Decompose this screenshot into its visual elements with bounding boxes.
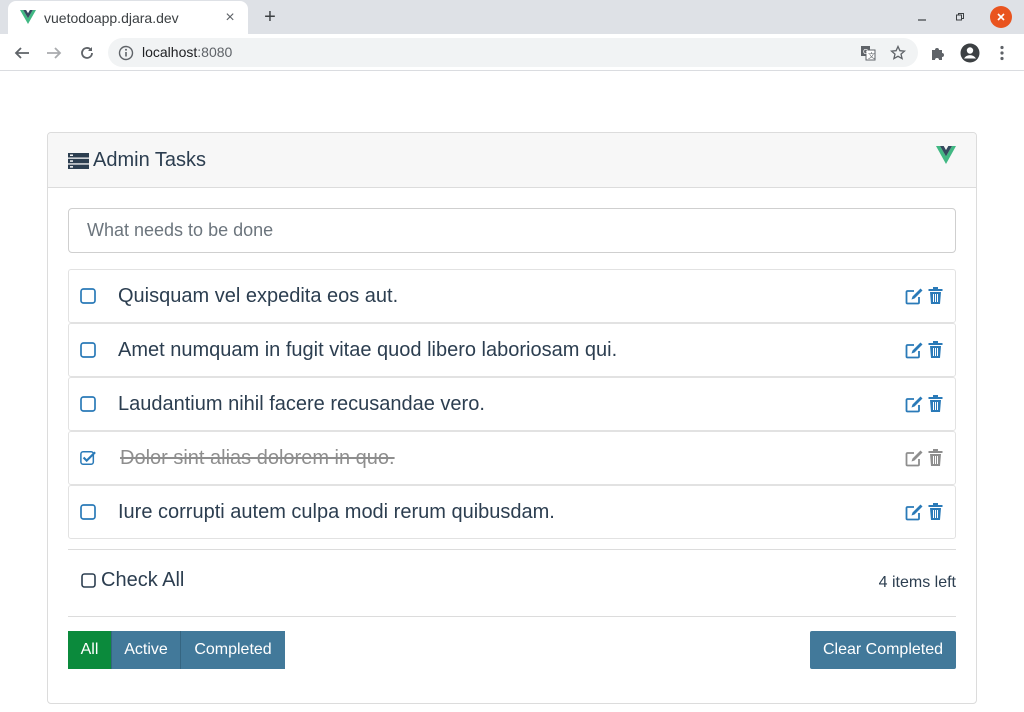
trash-icon[interactable] [928,395,947,413]
address-bar[interactable]: localhost:8080 G文 [108,38,918,67]
browser-tabstrip: vuetodoapp.djara.dev × + [0,0,1024,34]
extensions-puzzle-icon[interactable] [926,41,950,65]
edit-icon[interactable] [905,395,924,413]
back-icon[interactable] [10,41,34,65]
trash-icon[interactable] [928,341,947,359]
edit-icon [905,449,924,467]
todo-checkbox-checked-icon[interactable] [80,450,96,466]
todo-item: Iure corrupti autem culpa modi rerum qui… [68,485,956,539]
items-left-count: 4 items left [878,574,956,591]
tab-close-icon[interactable]: × [222,9,238,26]
bookmark-star-icon[interactable] [886,41,910,65]
svg-text:文: 文 [868,51,875,60]
todo-text[interactable]: Amet numquam in fugit vitae quod libero … [118,339,955,362]
translate-icon[interactable]: G文 [856,41,880,65]
minimize-icon[interactable] [910,6,934,28]
todo-checkbox-unchecked-icon[interactable] [80,504,96,520]
todo-actions [905,449,947,467]
trash-icon[interactable] [928,503,947,521]
vue-logo-icon [936,146,956,164]
divider [68,549,956,550]
filter-all-button[interactable]: All [68,631,112,669]
card-title: Admin Tasks [68,149,206,172]
filter-active-button[interactable]: Active [112,631,181,669]
browser-tab[interactable]: vuetodoapp.djara.dev × [8,1,248,34]
url-text: localhost:8080 [142,44,232,60]
clear-completed-button[interactable]: Clear Completed [810,631,956,669]
url-port: :8080 [197,44,233,60]
check-all-label: Check All [101,569,185,591]
profile-avatar-icon[interactable] [958,41,982,65]
filter-button-group: All Active Completed [68,631,285,669]
todo-checkbox-unchecked-icon[interactable] [80,396,96,412]
reload-icon[interactable] [75,41,99,65]
todo-text[interactable]: Laudantium nihil facere recusandae vero. [118,393,955,416]
card-header: Admin Tasks [48,133,976,188]
todo-text[interactable]: Quisquam vel expedita eos aut. [118,285,955,308]
divider [68,616,956,617]
card-title-text: Admin Tasks [93,149,207,171]
edit-icon[interactable] [905,341,924,359]
todo-list: Quisquam vel expedita eos aut. Amet numq… [68,269,956,539]
trash-icon[interactable] [928,287,947,305]
edit-icon[interactable] [905,503,924,521]
todo-item: Amet numquam in fugit vitae quod libero … [68,323,956,377]
browser-menu-icon[interactable] [990,41,1014,65]
todo-text[interactable]: Dolor sint alias dolorem in quo. [120,447,955,470]
vue-favicon-icon [20,9,36,26]
todo-checkbox-unchecked-icon[interactable] [80,288,96,304]
todo-actions [905,287,947,305]
restore-icon[interactable] [948,6,972,28]
todo-actions [905,503,947,521]
todo-text[interactable]: Iure corrupti autem culpa modi rerum qui… [118,501,955,524]
new-tab-icon[interactable]: + [258,6,282,28]
site-info-icon[interactable] [118,45,134,61]
trash-icon[interactable] [928,449,947,467]
check-all-checkbox-icon[interactable] [81,573,96,588]
browser-toolbar: localhost:8080 G文 [0,34,1024,71]
todo-checkbox-unchecked-icon[interactable] [80,342,96,358]
todo-actions [905,395,947,413]
todo-item-completed: Dolor sint alias dolorem in quo. [68,431,956,485]
filter-completed-button[interactable]: Completed [181,631,285,669]
todo-item: Quisquam vel expedita eos aut. [68,269,956,323]
window-close-icon[interactable] [990,6,1012,28]
new-todo-input[interactable] [68,208,956,253]
edit-icon[interactable] [905,287,924,305]
todo-card: Admin Tasks Quisquam vel expedita eos au… [47,132,977,704]
tab-title: vuetodoapp.djara.dev [44,9,179,26]
forward-icon[interactable] [42,41,66,65]
todo-actions [905,341,947,359]
todo-item: Laudantium nihil facere recusandae vero. [68,377,956,431]
url-host: localhost [142,44,198,60]
tasks-list-icon [68,152,89,169]
check-all-toggle[interactable]: Check All [81,569,184,592]
